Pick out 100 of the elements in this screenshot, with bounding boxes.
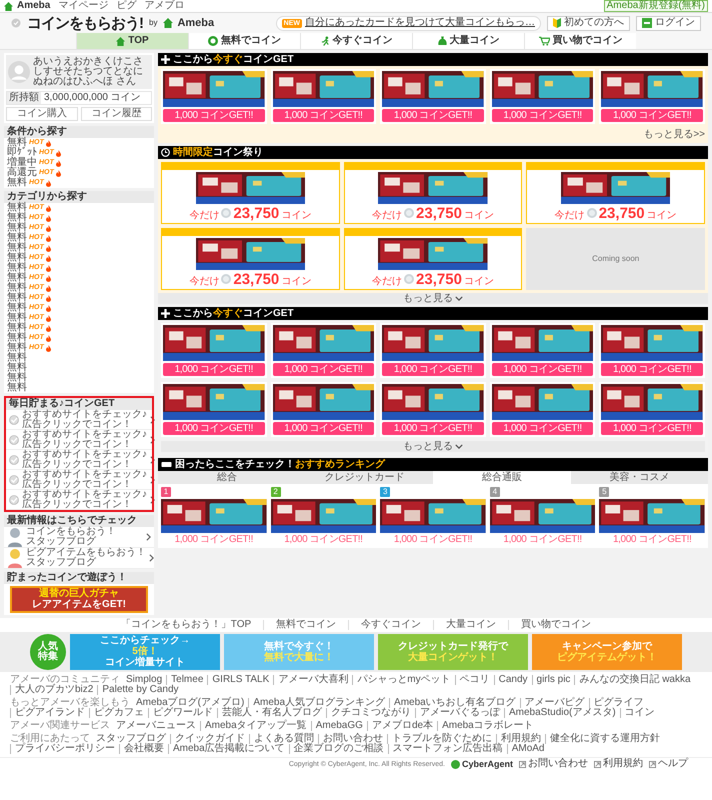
footer-link[interactable]: みんなの交換日記 wakka (574, 675, 695, 685)
daily-item[interactable]: おすすめサイトをチェック♪ 広告クリックでコイン！ (6, 470, 152, 490)
footer-nav-link[interactable]: 買い物でコイン (508, 620, 604, 630)
ranking-tab[interactable]: 総合通販 (433, 471, 570, 484)
sidebar-item[interactable]: 無料 (4, 363, 154, 373)
footer-nav-link[interactable]: 無料でコイン (263, 620, 348, 630)
chevron-icon (149, 554, 154, 562)
footer-link[interactable]: 芸能人・有名人ブログ (217, 708, 326, 718)
daily-item[interactable]: おすすめサイトをチェック♪ 広告クリックでコイン！ (6, 430, 152, 450)
footer-link[interactable]: コイン (620, 708, 659, 718)
top-link[interactable]: アメブロ (144, 1, 184, 11)
footer-link[interactable]: AmebaStudio(アメスタ) (504, 708, 620, 718)
footer-link[interactable]: クチコミつながり (326, 708, 415, 718)
chevron-icon (150, 476, 155, 484)
blog-item[interactable]: ピグアイテムをもらおう！ スタッフブログ (4, 548, 154, 569)
plus-icon (161, 55, 170, 64)
footer-link[interactable]: 大人のブカツbiz2 (10, 685, 98, 695)
daily-item[interactable]: おすすめサイトをチェック♪ 広告クリックでコイン！ (6, 450, 152, 470)
footer-link[interactable]: 企業ブログのご相談 (288, 744, 388, 754)
blog-item[interactable]: コインをもらおう！ スタッフブログ (4, 527, 154, 548)
daily-item[interactable]: おすすめサイトをチェック♪ 広告クリックでコイン！ (6, 410, 152, 430)
footer-link[interactable]: 利用規約 (496, 734, 545, 744)
ranking-tab[interactable]: 総合 (158, 471, 296, 484)
more-link[interactable]: もっと見る (158, 293, 708, 304)
daily-item[interactable]: おすすめサイトをチェック♪ 広告クリックでコイン！ (6, 490, 152, 510)
price-value: 23,750 (233, 272, 280, 287)
chevron-icon (150, 436, 155, 444)
sidebar-item[interactable]: 無料 (4, 383, 154, 393)
bottom-link[interactable]: 利用規約 (594, 759, 643, 769)
game-banner[interactable]: 週替の巨人ガチャ レアアイテムをGET! (10, 586, 148, 613)
ranking-tab[interactable]: 美容・コスメ (570, 471, 708, 484)
logo[interactable]: Ameba (4, 1, 50, 11)
footer-link[interactable]: クイックガイド (170, 734, 249, 744)
footer-link[interactable]: GIRLS TALK (207, 675, 274, 685)
section-title: 時間限定コイン祭り (173, 148, 263, 158)
footer-link[interactable]: Amebaタイアップ一覧 (200, 721, 311, 731)
top-link[interactable]: ピグ (116, 1, 136, 11)
footer-link[interactable]: Telmee (166, 675, 208, 685)
footer-nav-link[interactable]: 大量コイン (433, 620, 508, 630)
nav-tab[interactable]: 大量コイン (412, 33, 524, 49)
nav-tab[interactable]: TOP (76, 33, 188, 49)
footer-nav-link[interactable]: 「コインをもらおう！」TOP (108, 620, 264, 630)
coin-button[interactable]: コイン履歴 (80, 107, 152, 121)
login-button[interactable]: ログイン (636, 16, 701, 30)
runner-icon (320, 36, 330, 46)
footer-link[interactable]: トラブルを防ぐために (387, 734, 496, 744)
nav-tab[interactable]: 無料でコイン (188, 33, 300, 49)
footer-link[interactable]: girls pic (532, 675, 574, 685)
footer-link[interactable]: Palette by Candy (97, 685, 183, 695)
chevron-down-icon (455, 444, 463, 449)
site-title: コインをもらおう! (27, 16, 143, 30)
footer-link[interactable]: 健全化に資する運用方針 (545, 734, 664, 744)
sidebar-item[interactable]: 無料 (4, 373, 154, 383)
footer-link[interactable]: アメーバピグ (520, 698, 589, 708)
footer-link[interactable]: アメブロde本 (366, 721, 438, 731)
check-icon (9, 454, 19, 464)
nav-tab[interactable]: 今すぐコイン (300, 33, 412, 49)
house-icon (116, 36, 126, 46)
sidebar-item[interactable]: 無料 (4, 353, 154, 363)
footer-link[interactable]: Ameba人気ブログランキング (248, 698, 390, 708)
ranking-tab[interactable]: クレジットカード (296, 471, 433, 484)
footer-link[interactable]: スマートフォン広告出稿 (388, 744, 507, 754)
guide-button[interactable]: 初めての方へ (547, 16, 630, 30)
more-link[interactable]: もっと見る (161, 441, 705, 452)
more-link[interactable]: もっと見る>> (643, 129, 705, 140)
footer-link[interactable]: ピグワールド (148, 708, 217, 718)
footer-link[interactable]: アメーバニュース (116, 721, 200, 731)
footer-link[interactable]: アメーバぐるっぽ (415, 708, 504, 718)
footer-link[interactable]: お問い合わせ (318, 734, 387, 744)
footer-link[interactable]: よくある質問 (249, 734, 318, 744)
bottom-link[interactable]: ヘルプ (649, 759, 688, 769)
house-icon (163, 18, 174, 28)
footer-link[interactable]: Amebaコラボレート (437, 721, 538, 731)
footer-link[interactable]: AMoAd (506, 744, 548, 754)
check-icon (9, 494, 19, 504)
footer-link[interactable]: Candy (494, 675, 532, 685)
top-link[interactable]: マイページ (58, 1, 108, 11)
footer-link[interactable]: スタッフブログ (96, 734, 170, 744)
notice-link[interactable]: 自分にあったカードを見つけて大量コインもらっ… (305, 18, 535, 28)
user-name: あいうえおかきくけこさしすせそたちつてとなにぬねのはひふへほ さん (33, 57, 144, 87)
footer-caption: アメーバ関連サービス (10, 721, 111, 731)
footer-link[interactable]: ペコリ (454, 675, 494, 685)
footer-link[interactable]: アメーバ大喜利 (273, 675, 352, 685)
footer-link[interactable]: AmebaGG (310, 721, 367, 731)
footer-link[interactable]: ピグライフ (588, 698, 648, 708)
footer-link[interactable]: Amebaブログ(アメブロ) (136, 698, 248, 708)
footer-link[interactable]: 会社概要 (119, 744, 168, 754)
check-icon (9, 434, 19, 444)
figure-icon (7, 527, 23, 547)
footer-nav-link[interactable]: 今すぐコイン (348, 620, 434, 630)
footer-link[interactable]: ピグカフェ (89, 708, 148, 718)
footer-link[interactable]: Simplog (126, 675, 166, 685)
bottom-link[interactable]: お問い合わせ (519, 759, 588, 769)
footer-link[interactable]: プライバシーポリシー (10, 744, 119, 754)
coin-button[interactable]: コイン購入 (6, 107, 78, 121)
footer-link[interactable]: Amebaいちおし有名ブログ (389, 698, 520, 708)
footer-link[interactable]: ピグアイランド (10, 708, 89, 718)
footer-link[interactable]: パシャっとmyペット (352, 675, 455, 685)
footer-link[interactable]: Ameba広告掲載について (168, 744, 289, 754)
nav-tab[interactable]: 買い物でコイン (524, 33, 636, 49)
